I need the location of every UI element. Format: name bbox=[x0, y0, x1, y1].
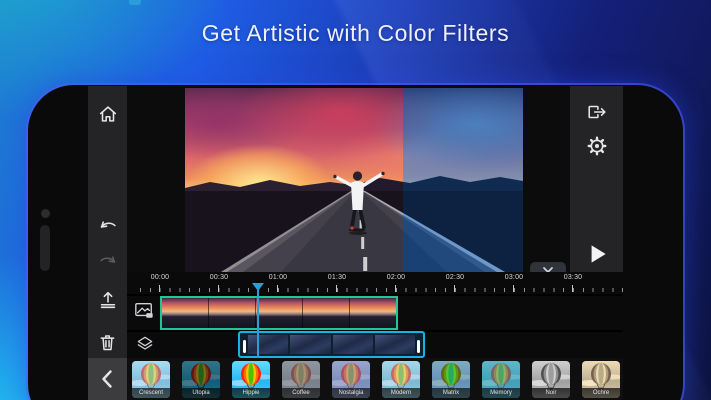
filter-label: Nostalgia bbox=[332, 388, 370, 398]
filter-label: Coffee bbox=[282, 388, 320, 398]
ruler-timestamp: 03:30 bbox=[563, 274, 583, 281]
cool-filter-overlay bbox=[403, 88, 523, 272]
filter-label: Crescent bbox=[132, 388, 170, 398]
settings-gear-icon bbox=[587, 136, 606, 156]
filter-item-noir[interactable]: Noir bbox=[532, 361, 570, 398]
media-track-icon bbox=[135, 302, 153, 318]
ruler-timestamp: 01:30 bbox=[327, 274, 347, 281]
produce-upload-icon bbox=[100, 291, 115, 309]
layers-track-icon bbox=[137, 336, 153, 350]
page-title: Get Artistic with Color Filters bbox=[201, 20, 510, 46]
filter-label: Utopia bbox=[182, 388, 220, 398]
undo-button[interactable] bbox=[88, 211, 127, 241]
video-thumbnail bbox=[162, 298, 209, 328]
ruler-timestamp: 03:00 bbox=[504, 274, 524, 281]
filter-item-modern[interactable]: Modern bbox=[382, 361, 420, 398]
phone-camera-dot bbox=[41, 209, 50, 218]
banner: Get Artistic with Color Filters bbox=[0, 20, 711, 47]
layers-track-button[interactable] bbox=[131, 332, 159, 356]
filter-item-hippie[interactable]: Hippie bbox=[232, 361, 270, 398]
video-preview bbox=[127, 86, 570, 272]
promo-screenshot: Get Artistic with Color Filters 00:00 00… bbox=[0, 0, 711, 400]
redo-icon bbox=[99, 256, 115, 263]
home-icon bbox=[99, 106, 116, 122]
filter-item-ochre[interactable]: Ochre bbox=[582, 361, 620, 398]
preview-frame bbox=[185, 88, 523, 272]
filter-item-utopia[interactable]: Utopia bbox=[182, 361, 220, 398]
filter-clip-thumbnail bbox=[374, 335, 415, 354]
delete-button[interactable] bbox=[88, 327, 127, 357]
settings-button[interactable] bbox=[570, 130, 623, 162]
video-thumbnail bbox=[303, 298, 350, 328]
play-icon bbox=[591, 245, 606, 263]
filter-label: Hippie bbox=[232, 388, 270, 398]
filter-clip-selected[interactable] bbox=[238, 331, 425, 358]
filter-clip-thumbnail bbox=[290, 335, 331, 354]
filter-item-crescent[interactable]: Crescent bbox=[132, 361, 170, 398]
clip-trim-handle-right[interactable] bbox=[417, 340, 420, 353]
filter-label: Memory bbox=[482, 388, 520, 398]
filter-item-matrix[interactable]: Matrix bbox=[432, 361, 470, 398]
play-button[interactable] bbox=[570, 238, 623, 270]
filter-label: Modern bbox=[382, 388, 420, 398]
filter-item-nostalgia[interactable]: Nostalgia bbox=[332, 361, 370, 398]
video-thumbnail bbox=[209, 298, 256, 328]
ruler-timestamp: 02:30 bbox=[445, 274, 465, 281]
playhead-notch bbox=[129, 0, 141, 5]
filter-clip-thumbnail bbox=[332, 335, 373, 354]
ruler-timestamp: 00:00 bbox=[150, 274, 170, 281]
chevron-left-icon bbox=[101, 370, 112, 388]
ruler-timestamp: 01:00 bbox=[268, 274, 288, 281]
filter-item-coffee[interactable]: Coffee bbox=[282, 361, 320, 398]
filter-clip-thumbnail bbox=[248, 335, 289, 354]
export-icon bbox=[587, 105, 606, 119]
ruler-timestamp: 02:00 bbox=[386, 274, 406, 281]
phone-speaker-slot bbox=[40, 225, 50, 271]
ruler-timestamp: 00:30 bbox=[209, 274, 229, 281]
video-clip[interactable] bbox=[160, 296, 398, 330]
trash-icon bbox=[100, 334, 115, 350]
produce-button[interactable] bbox=[88, 285, 127, 315]
video-thumbnail bbox=[256, 298, 303, 328]
ruler-ticks-major bbox=[159, 285, 605, 292]
redo-button[interactable] bbox=[88, 246, 127, 276]
media-track-button[interactable] bbox=[130, 298, 158, 322]
filter-label: Noir bbox=[532, 388, 570, 398]
playhead[interactable] bbox=[257, 285, 259, 358]
filter-label: Ochre bbox=[582, 388, 620, 398]
undo-icon bbox=[100, 221, 116, 228]
timeline: 00:00 00:30 01:00 01:30 02:00 02:30 03:0… bbox=[127, 272, 624, 358]
video-thumbnail bbox=[350, 298, 396, 328]
export-button[interactable] bbox=[570, 96, 623, 128]
home-button[interactable] bbox=[88, 99, 127, 129]
playhead-handle[interactable] bbox=[252, 283, 264, 291]
clip-trim-handle-left[interactable] bbox=[243, 340, 246, 353]
filter-item-memory[interactable]: Memory bbox=[482, 361, 520, 398]
back-button[interactable] bbox=[88, 364, 127, 394]
filter-label: Matrix bbox=[432, 388, 470, 398]
